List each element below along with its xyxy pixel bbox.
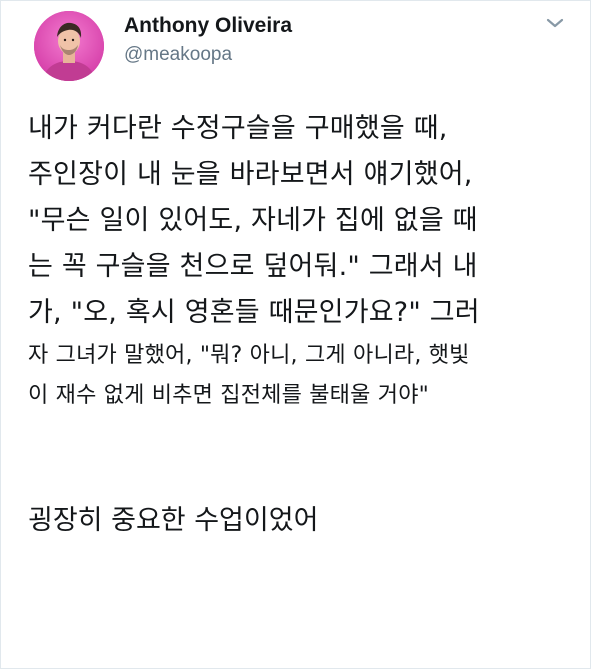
tweet-line: "무슨 일이 있어도, 자네가 집에 없을 때 [28, 205, 478, 236]
tweet-card: Anthony Oliveira @meakoopa 내가 커다란 수정구슬을 … [0, 0, 591, 669]
chevron-down-icon[interactable] [544, 15, 566, 31]
tweet-line: 이 재수 없게 비추면 집전체를 불태울 거야" [28, 383, 429, 408]
tweet-header: Anthony Oliveira @meakoopa [34, 11, 566, 81]
tweet-closing-line: 굉장히 중요한 수업이었어 [28, 505, 319, 536]
avatar-image [34, 11, 104, 81]
tweet-line: 는 꼭 구슬을 천으로 덮어둬." 그래서 내 [28, 251, 478, 282]
tweet-text: 내가 커다란 수정구슬을 구매했을 때, 주인장이 내 눈을 바라보면서 얘기했… [28, 106, 562, 416]
tweet-line: 가, "오, 혹시 영혼들 때문인가요?" 그러 [28, 297, 480, 328]
tweet-line: 내가 커다란 수정구슬을 구매했을 때, [28, 113, 448, 144]
tweet-line: 자 그녀가 말했어, "뭐? 아니, 그게 아니라, 햇빛 [28, 343, 470, 368]
tweet-line: 주인장이 내 눈을 바라보면서 얘기했어, [28, 159, 473, 190]
user-block: Anthony Oliveira @meakoopa [124, 13, 292, 67]
display-name[interactable]: Anthony Oliveira [124, 13, 292, 39]
user-handle[interactable]: @meakoopa [124, 43, 292, 67]
avatar[interactable] [34, 11, 104, 81]
